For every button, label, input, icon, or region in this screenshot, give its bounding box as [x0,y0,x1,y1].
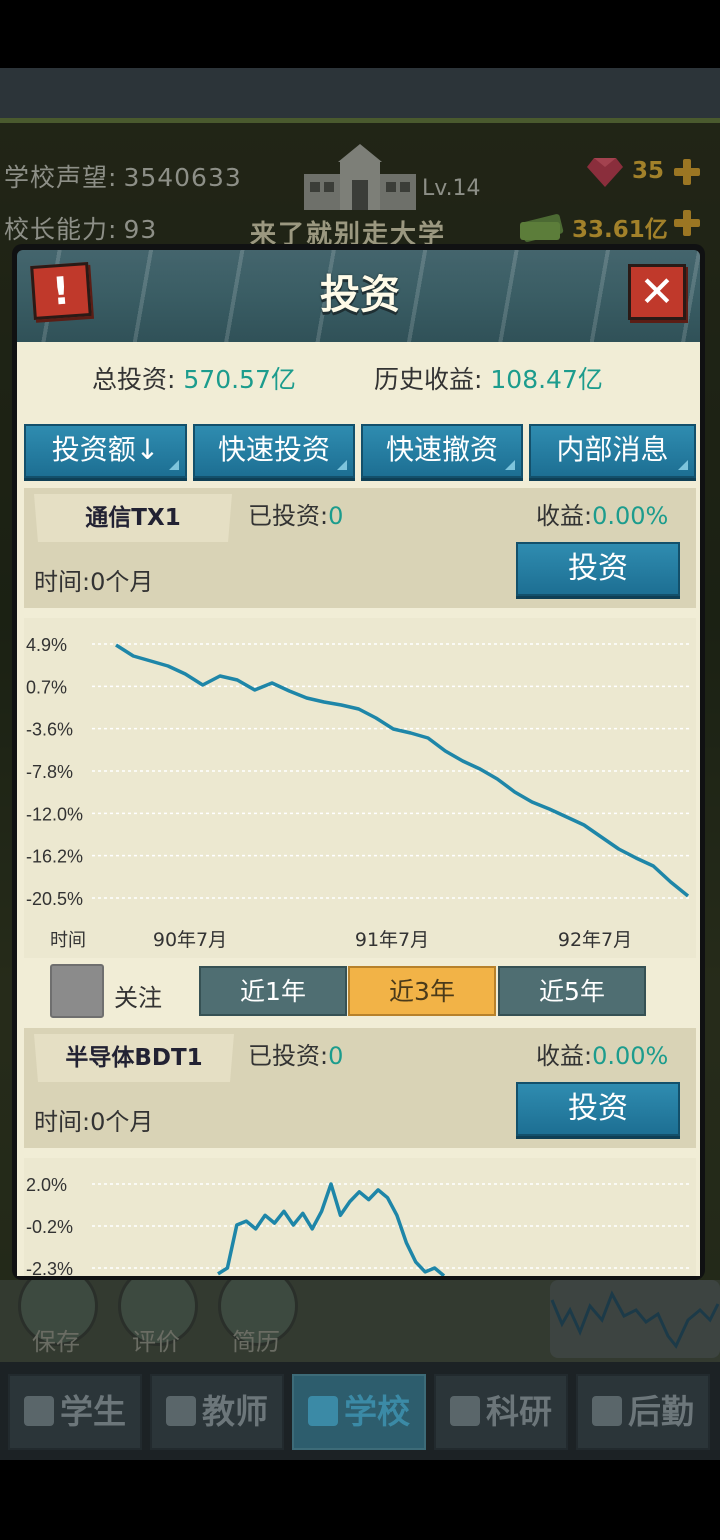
total-invest-label: 总投资: [92,365,176,394]
ability-stat: 校长能力: 93 [4,210,157,246]
clipboard-icon [592,1395,622,1426]
nav-label-teachers: 教师 [202,1392,268,1431]
nav-label-research: 科研 [486,1392,552,1431]
gem-icon [587,158,623,187]
school-icon [308,1395,338,1426]
prestige-value: 3540633 [123,163,242,192]
gesture-bar [0,1460,720,1540]
invested-1: 已投资:0 [248,496,343,531]
total-invest: 总投资: 570.57亿 [92,360,296,396]
nav-label-school: 学校 [344,1392,410,1431]
history-profit: 历史收益: 108.47亿 [374,360,603,396]
nav-label-students: 学生 [60,1392,126,1431]
time-value-1: 0个月 [90,568,154,596]
gem-count: 35 [632,158,665,184]
student-icon [24,1395,54,1426]
profit-label-2: 收益: [536,1042,593,1070]
chart2-y-tick-label: 2.0% [26,1175,67,1195]
prestige-label: 学校声望: [4,163,118,192]
chart1-x-axis-label: 时间 [50,930,86,951]
line-chart-1: 4.9% 0.7% -3.6% -7.8% -12.0% -16.2% -20.5% 时间 90… [26,635,692,951]
chart2-series-line [217,1182,446,1276]
time-value-2: 0个月 [90,1108,154,1136]
flask-icon [450,1395,480,1426]
chart1-y-tick-label: -3.6% [26,720,73,740]
time-1: 时间:0个月 [34,562,153,597]
teacher-icon [166,1395,196,1426]
invest-button-2[interactable]: 投资 [516,1082,680,1136]
profit-value-1: 0.00% [592,502,669,530]
close-button[interactable]: ✕ [628,264,686,320]
time-label-2: 时间: [34,1108,91,1136]
range-1-year-button[interactable]: 近1年 [199,966,347,1016]
sort-by-amount-button[interactable]: 投资额↓ [24,424,187,478]
time-2: 时间:0个月 [34,1102,153,1137]
profit-2: 收益:0.00% [536,1036,668,1071]
history-profit-label: 历史收益: [374,365,483,394]
insider-news-button[interactable]: 内部消息 [529,424,696,478]
invested-label-2: 已投资: [248,1042,329,1070]
invested-value-1: 0 [328,502,344,530]
chart1-y-tick-label: -12.0% [26,804,83,824]
money-icon [520,214,564,242]
line-chart-2: 2.0% -0.2% -2.3% [26,1175,692,1276]
range-3-year-button[interactable]: 近3年 [348,966,496,1016]
chart-1: 4.9% 0.7% -3.6% -7.8% -12.0% -16.2% -20.5% 时间 90… [24,618,696,958]
chart1-y-tick-label: -16.2% [26,847,83,867]
nav-logistics[interactable]: 后勤 [576,1374,710,1450]
save-button[interactable]: 保存 [32,1322,80,1357]
school-building-icon [304,144,416,210]
chart2-y-tick-label: -2.3% [26,1259,73,1276]
chart1-y-tick-label: 4.9% [26,635,67,655]
nav-label-logistics: 后勤 [628,1392,694,1431]
profit-value-2: 0.00% [592,1042,669,1070]
chart1-y-tick-label: -7.8% [26,762,73,782]
chart2-y-tick-label: -0.2% [26,1217,73,1237]
close-icon: ✕ [639,267,675,316]
top-bar [0,68,720,120]
add-gems-icon[interactable] [672,157,702,187]
nav-school[interactable]: 学校 [292,1374,426,1450]
invested-label-1: 已投资: [248,502,329,530]
chart1-y-tick-label: -20.5% [26,889,83,909]
chart1-x-tick-label: 92年7月 [558,929,632,951]
add-money-icon[interactable] [672,208,702,238]
exclamation-icon: ! [50,268,72,314]
total-invest-value: 570.57亿 [183,365,296,394]
follow-label: 关注 [114,984,162,1012]
invested-2: 已投资:0 [248,1036,343,1071]
range-5-year-button[interactable]: 近5年 [498,966,646,1016]
status-bar [0,0,720,68]
chart1-y-tick-label: 0.7% [26,677,67,697]
stock-name-2: 半导体BDT1 [34,1034,234,1082]
time-label-1: 时间: [34,568,91,596]
invested-value-2: 0 [328,1042,344,1070]
profit-1: 收益:0.00% [536,496,668,531]
chart1-x-tick-label: 90年7月 [153,929,227,951]
nav-students[interactable]: 学生 [8,1374,142,1450]
info-button[interactable]: ! [30,262,92,320]
quick-withdraw-button[interactable]: 快速撤资 [361,424,523,478]
nav-teachers[interactable]: 教师 [150,1374,284,1450]
invest-button-1[interactable]: 投资 [516,542,680,596]
prestige-stat: 学校声望: 3540633 [4,158,242,194]
history-profit-value: 108.47亿 [490,365,603,394]
quick-invest-button[interactable]: 快速投资 [193,424,355,478]
ability-label: 校长能力: [4,215,118,244]
school-level: Lv.14 [422,176,481,201]
ability-value: 93 [123,215,158,244]
chart1-x-tick-label: 91年7月 [355,929,429,951]
resume-button[interactable]: 简历 [232,1322,280,1357]
background-mini-chart [550,1280,720,1358]
review-button[interactable]: 评价 [132,1322,180,1357]
follow-checkbox[interactable] [50,964,104,1018]
stock-name-1: 通信TX1 [34,494,232,542]
chart-2: 2.0% -0.2% -2.3% [24,1158,696,1276]
nav-research[interactable]: 科研 [434,1374,568,1450]
profit-label-1: 收益: [536,502,593,530]
modal-title: 投资 [320,272,400,318]
money-amount: 33.61亿 [572,217,668,243]
school-name: 来了就别走大学 [250,220,447,244]
